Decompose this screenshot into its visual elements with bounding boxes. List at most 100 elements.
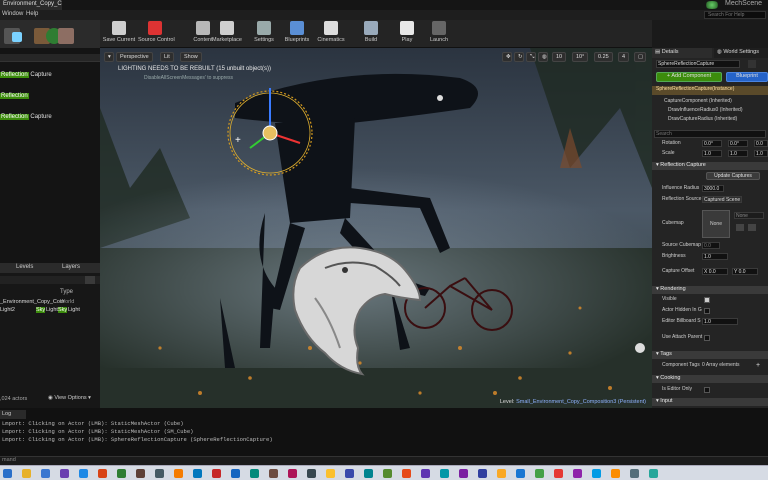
snap-angle-value[interactable]: 10° <box>572 52 589 62</box>
taskbar-app-icon[interactable] <box>497 469 506 478</box>
tab-layers[interactable]: Layers <box>62 264 80 270</box>
level-viewport[interactable]: + ▾ Perspective Lit Show ✥ ↻ ⤡ ◍ 10 10° … <box>100 48 652 408</box>
component-item[interactable]: DrawCaptureRadius (Inherited) <box>652 116 768 125</box>
add-icon[interactable] <box>85 276 95 284</box>
attach-parent-checkbox[interactable] <box>704 335 710 341</box>
taskbar-app-icon[interactable] <box>402 469 411 478</box>
taskbar-app-icon[interactable] <box>288 469 297 478</box>
taskbar-app-icon[interactable] <box>155 469 164 478</box>
capture-offset-y-field[interactable]: Y 0.0 <box>732 268 758 275</box>
menu-window[interactable]: Window <box>2 11 23 17</box>
blueprint-button[interactable]: Blueprint <box>726 72 768 82</box>
column-type[interactable]: Type <box>60 289 73 295</box>
taskbar-app-icon[interactable] <box>117 469 126 478</box>
document-tab[interactable]: Environment_Copy_Co <box>0 0 62 10</box>
taskbar-app-icon[interactable] <box>79 469 88 478</box>
component-item[interactable]: DrawInfluenceRadius0 (Inherited) <box>652 107 768 116</box>
snap-scale-value[interactable]: 0.25 <box>594 52 613 62</box>
scale-icon[interactable]: ⤡ <box>526 52 536 62</box>
visible-checkbox[interactable] <box>704 297 710 303</box>
taskbar-app-icon[interactable] <box>459 469 468 478</box>
actor-name-field[interactable]: SphereReflectionCapture <box>656 60 740 68</box>
snap-grid-value[interactable]: 10 <box>552 52 567 62</box>
component-item[interactable]: CaptureComponent (Inherited) <box>652 98 768 107</box>
geometry-mode-icon[interactable] <box>58 28 74 44</box>
capture-offset-x-field[interactable]: X 0.0 <box>702 268 728 275</box>
taskbar-app-icon[interactable] <box>535 469 544 478</box>
table-row[interactable]: Light2 Sky Light Sky Light <box>0 307 100 315</box>
marketplace-button[interactable]: Marketplace <box>210 21 244 47</box>
taskbar-app-icon[interactable] <box>421 469 430 478</box>
taskbar-app-icon[interactable] <box>269 469 278 478</box>
arrow-left-icon[interactable] <box>736 224 744 231</box>
taskbar-app-icon[interactable] <box>60 469 69 478</box>
taskbar-app-icon[interactable] <box>440 469 449 478</box>
save-current-button[interactable]: Save Current <box>102 21 136 47</box>
details-search-input[interactable]: Search <box>654 130 766 138</box>
section-rendering[interactable]: ▾ Rendering <box>652 286 768 294</box>
taskbar-app-icon[interactable] <box>611 469 620 478</box>
taskbar-app-icon[interactable] <box>554 469 563 478</box>
taskbar-app-icon[interactable] <box>136 469 145 478</box>
rotate-icon[interactable]: ↻ <box>514 52 524 62</box>
billboard-scale-field[interactable]: 1.0 <box>702 318 738 325</box>
search-icon[interactable] <box>748 224 756 231</box>
place-search-input[interactable] <box>0 54 100 62</box>
menu-help[interactable]: Help <box>26 11 38 17</box>
source-control-button[interactable]: Source Control <box>138 21 175 47</box>
taskbar-app-icon[interactable] <box>231 469 240 478</box>
tab-levels[interactable]: Levels <box>16 264 33 270</box>
taskbar-app-icon[interactable] <box>630 469 639 478</box>
section-reflection-capture[interactable]: ▾ Reflection Capture <box>652 162 768 170</box>
cubemap-select[interactable]: None <box>734 212 764 219</box>
play-button[interactable]: Play <box>390 21 424 47</box>
rotation-z-field[interactable]: 0.0 <box>754 140 768 147</box>
list-item[interactable]: Reflection Capture <box>0 114 52 122</box>
scale-z-field[interactable]: 1.0 <box>754 150 768 157</box>
table-row[interactable]: _Environment_Copy_Com World <box>0 299 100 307</box>
list-item[interactable]: Reflection Capture <box>0 72 52 80</box>
taskbar-app-icon[interactable] <box>649 469 658 478</box>
taskbar-app-icon[interactable] <box>364 469 373 478</box>
taskbar-app-icon[interactable] <box>98 469 107 478</box>
blueprints-button[interactable]: Blueprints <box>280 21 314 47</box>
taskbar-app-icon[interactable] <box>307 469 316 478</box>
tab-output-log[interactable]: Log <box>0 410 26 419</box>
taskbar-app-icon[interactable] <box>3 469 12 478</box>
influence-radius-field[interactable]: 3000.0 <box>702 185 724 192</box>
cubemap-thumbnail[interactable]: None <box>702 210 730 238</box>
taskbar-app-icon[interactable] <box>212 469 221 478</box>
section-cooking[interactable]: ▾ Cooking <box>652 375 768 383</box>
list-item[interactable]: Reflection <box>0 93 29 101</box>
camera-speed-value[interactable]: 4 <box>618 52 630 62</box>
show-button[interactable]: Show <box>180 52 202 62</box>
lit-button[interactable]: Lit <box>160 52 174 62</box>
tab-world-settings[interactable]: ◍ World Settings <box>714 48 768 58</box>
paint-mode-icon[interactable] <box>12 32 22 42</box>
view-options-button[interactable]: ◉ View Options ▾ <box>48 395 91 401</box>
help-search-input[interactable]: Search For Help <box>704 11 766 19</box>
build-button[interactable]: Build <box>354 21 388 47</box>
component-instance[interactable]: SphereReflectionCapture(Instance) <box>652 86 768 95</box>
scale-x-field[interactable]: 1.0 <box>702 150 722 157</box>
editor-only-checkbox[interactable] <box>704 387 710 393</box>
viewport-menu-button[interactable]: ▾ <box>104 52 114 62</box>
translate-icon[interactable]: ✥ <box>502 52 512 62</box>
console-input[interactable]: mand <box>0 456 768 465</box>
cinematics-button[interactable]: Cinematics <box>314 21 348 47</box>
taskbar-app-icon[interactable] <box>174 469 183 478</box>
world-icon[interactable]: ◍ <box>538 52 548 62</box>
maximize-icon[interactable]: ▢ <box>634 52 646 62</box>
rotation-y-field[interactable]: 0.0° <box>728 140 748 147</box>
perspective-button[interactable]: Perspective <box>116 52 153 62</box>
taskbar-app-icon[interactable] <box>573 469 582 478</box>
lock-icon[interactable] <box>748 60 756 68</box>
scale-y-field[interactable]: 1.0 <box>728 150 748 157</box>
update-captures-button[interactable]: Update Captures <box>706 172 760 180</box>
tab-details[interactable]: ▤ Details <box>652 48 712 58</box>
taskbar-app-icon[interactable] <box>592 469 601 478</box>
taskbar-app-icon[interactable] <box>516 469 525 478</box>
rotation-x-field[interactable]: 0.0° <box>702 140 722 147</box>
taskbar-app-icon[interactable] <box>326 469 335 478</box>
brightness-field[interactable]: 1.0 <box>702 253 728 260</box>
